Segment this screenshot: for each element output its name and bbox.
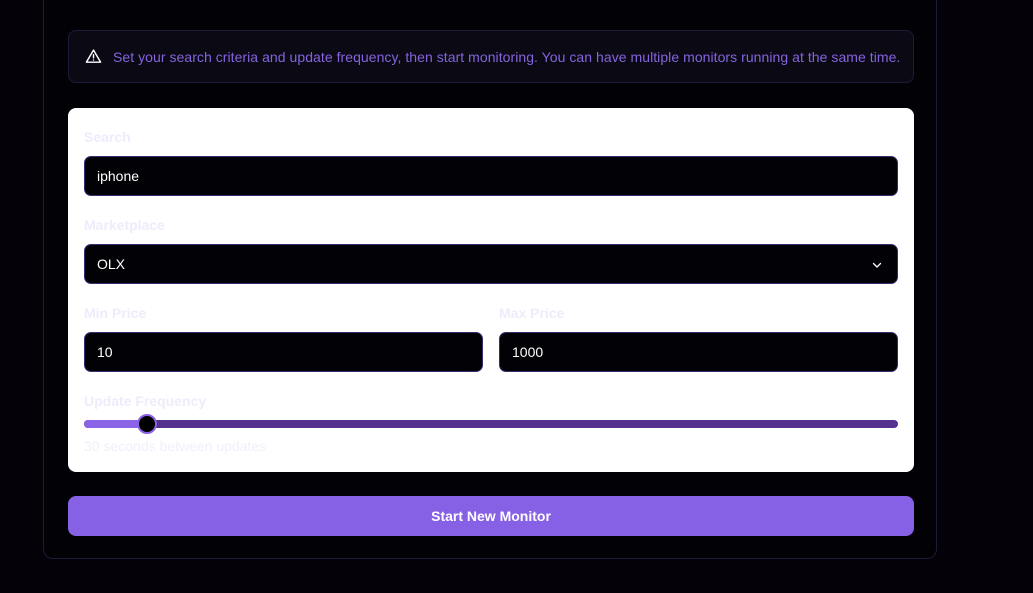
marketplace-select[interactable]: OLX (84, 244, 898, 284)
chevron-down-icon (871, 258, 883, 270)
info-banner-text: Set your search criteria and update freq… (113, 48, 901, 65)
search-input[interactable] (84, 156, 898, 196)
monitor-form: Search Marketplace OLX Min Price Max Pri… (68, 108, 914, 472)
update-frequency-slider[interactable] (84, 414, 898, 434)
slider-thumb[interactable] (137, 414, 158, 434)
max-price-label: Max Price (499, 305, 565, 321)
marketplace-selected-value: OLX (97, 256, 126, 272)
min-price-label: Min Price (84, 305, 147, 321)
search-label: Search (84, 129, 131, 145)
start-new-monitor-button[interactable]: Start New Monitor (68, 496, 914, 536)
update-frequency-helper: 30 seconds between updates (84, 438, 267, 454)
max-price-input[interactable] (499, 332, 898, 372)
min-price-input[interactable] (84, 332, 483, 372)
marketplace-label: Marketplace (84, 217, 165, 233)
update-frequency-label: Update Frequency (84, 393, 207, 409)
info-banner: Set your search criteria and update freq… (68, 30, 914, 83)
warning-triangle-icon (85, 48, 102, 65)
